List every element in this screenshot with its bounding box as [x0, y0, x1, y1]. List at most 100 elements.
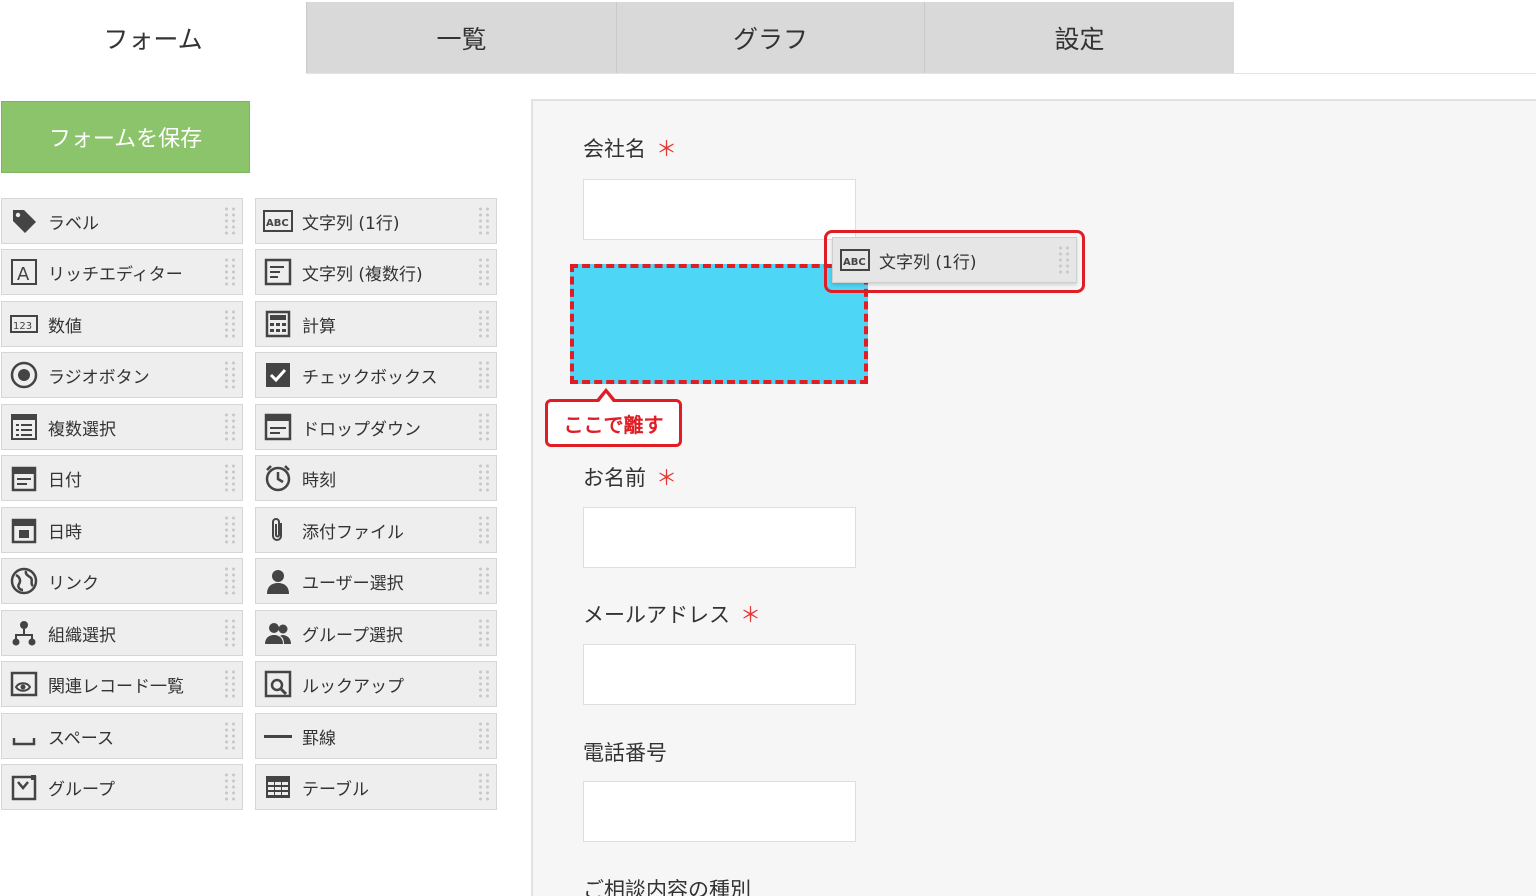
- drag-handle-icon[interactable]: [477, 206, 491, 236]
- drag-handle-icon[interactable]: [477, 257, 491, 287]
- name-input[interactable]: [583, 507, 856, 568]
- palette-item-label-text: スペース: [48, 728, 114, 749]
- palette-item-label-text: 罫線: [302, 728, 336, 749]
- field-label-phone: 電話番号: [583, 741, 667, 765]
- checkbox-icon: [263, 360, 293, 390]
- field-label-inquiry-type: ご相談内容の種別: [583, 878, 751, 896]
- palette-item-label-text: ユーザー選択: [302, 573, 404, 594]
- line-icon: [263, 721, 293, 751]
- field-label-email: メールアドレス＊: [583, 603, 761, 627]
- drag-handle-icon[interactable]: [223, 309, 237, 339]
- palette-item-label-text: 添付ファイル: [302, 522, 404, 543]
- tab-graph[interactable]: グラフ: [616, 2, 924, 74]
- palette-item-datetime[interactable]: 日時: [1, 507, 243, 553]
- email-input[interactable]: [583, 644, 856, 705]
- palette-item-calc[interactable]: 計算: [255, 301, 497, 347]
- palette-item-label-text: グループ: [48, 779, 115, 800]
- text-single-line-icon: ABC: [840, 245, 870, 275]
- palette-item-attachment[interactable]: 添付ファイル: [255, 507, 497, 553]
- tab-form[interactable]: フォーム: [0, 2, 306, 74]
- drag-handle-icon[interactable]: [223, 772, 237, 802]
- datetime-icon: [9, 515, 39, 545]
- drag-handle-icon[interactable]: [223, 515, 237, 545]
- palette-item-space[interactable]: スペース: [1, 713, 243, 759]
- tab-bar: フォーム 一覧 グラフ 設定: [0, 0, 1536, 74]
- drag-handle-icon[interactable]: [223, 257, 237, 287]
- palette-item-label-text: 日付: [48, 470, 82, 491]
- save-form-button[interactable]: フォームを保存: [1, 101, 250, 173]
- user-icon: [263, 566, 293, 596]
- drag-handle-icon[interactable]: [477, 360, 491, 390]
- phone-input[interactable]: [583, 781, 856, 842]
- clock-icon: [263, 463, 293, 493]
- date-icon: [9, 463, 39, 493]
- svg-text:ABC: ABC: [266, 218, 289, 229]
- palette-item-line[interactable]: 罫線: [255, 713, 497, 759]
- palette-item-table[interactable]: テーブル: [255, 764, 497, 810]
- palette-item-time[interactable]: 時刻: [255, 455, 497, 501]
- drag-handle-icon[interactable]: [477, 463, 491, 493]
- palette-item-rich-editor[interactable]: A リッチエディター: [1, 249, 243, 295]
- field-label-name: お名前＊: [583, 466, 677, 490]
- drag-handle-icon[interactable]: [477, 721, 491, 751]
- drag-handle-icon[interactable]: [477, 618, 491, 648]
- palette-item-lookup[interactable]: ルックアップ: [255, 661, 497, 707]
- palette-item-label-text: 関連レコード一覧: [48, 676, 184, 697]
- palette-item-group[interactable]: グループ: [1, 764, 243, 810]
- drag-handle-icon[interactable]: [477, 772, 491, 802]
- calculator-icon: [263, 309, 293, 339]
- palette-item-checkbox[interactable]: チェックボックス: [255, 352, 497, 398]
- palette-item-label-text: 計算: [302, 316, 336, 337]
- text-single-line-icon: ABC: [263, 206, 293, 236]
- drag-handle-icon[interactable]: [223, 721, 237, 751]
- group-field-icon: [9, 772, 39, 802]
- tag-icon: [9, 206, 39, 236]
- tab-settings[interactable]: 設定: [924, 2, 1234, 74]
- palette-item-label-text: リンク: [48, 573, 99, 594]
- palette-item-label-text: 数値: [48, 316, 82, 337]
- palette-item-group-select[interactable]: グループ選択: [255, 610, 497, 656]
- palette-item-org-select[interactable]: 組織選択: [1, 610, 243, 656]
- palette-item-related-records[interactable]: 関連レコード一覧: [1, 661, 243, 707]
- palette-item-text-single[interactable]: ABC 文字列 (1行): [255, 198, 497, 244]
- palette-item-link[interactable]: リンク: [1, 558, 243, 604]
- palette-item-date[interactable]: 日付: [1, 455, 243, 501]
- space-icon: [9, 721, 39, 751]
- palette-item-label-text: 複数選択: [48, 419, 116, 440]
- palette-item-label-text: ルックアップ: [302, 676, 404, 697]
- drag-handle-icon[interactable]: [223, 206, 237, 236]
- palette-item-user-select[interactable]: ユーザー選択: [255, 558, 497, 604]
- palette-item-text-multi[interactable]: 文字列 (複数行): [255, 249, 497, 295]
- drop-here-callout: ここで離す: [545, 399, 682, 447]
- palette-item-radio[interactable]: ラジオボタン: [1, 352, 243, 398]
- palette-item-dropdown[interactable]: ドロップダウン: [255, 404, 497, 450]
- users-group-icon: [263, 618, 293, 648]
- dragging-text-single-item[interactable]: ABC 文字列 (1行): [832, 237, 1077, 283]
- drag-handle-icon[interactable]: [1057, 245, 1071, 275]
- company-input[interactable]: [583, 179, 856, 240]
- drag-handle-icon[interactable]: [223, 618, 237, 648]
- drag-handle-icon[interactable]: [477, 669, 491, 699]
- svg-text:A: A: [17, 264, 30, 285]
- drag-handle-icon[interactable]: [223, 669, 237, 699]
- palette-item-label[interactable]: ラベル: [1, 198, 243, 244]
- palette-item-label-text: ラベル: [48, 213, 99, 234]
- required-mark: ＊: [656, 466, 677, 490]
- drag-handle-icon[interactable]: [477, 566, 491, 596]
- drag-handle-icon[interactable]: [223, 566, 237, 596]
- drag-handle-icon[interactable]: [223, 412, 237, 442]
- tab-list[interactable]: 一覧: [306, 2, 616, 74]
- drag-handle-icon[interactable]: [477, 309, 491, 339]
- number-icon: 123: [9, 309, 39, 339]
- drag-handle-icon[interactable]: [223, 463, 237, 493]
- related-records-icon: [9, 669, 39, 699]
- radio-icon: [9, 360, 39, 390]
- drag-handle-icon[interactable]: [477, 412, 491, 442]
- palette-item-number[interactable]: 123 数値: [1, 301, 243, 347]
- drag-handle-icon[interactable]: [477, 515, 491, 545]
- required-mark: ＊: [740, 603, 761, 627]
- palette-item-label-text: 日時: [48, 522, 82, 543]
- palette-item-multi-select[interactable]: 複数選択: [1, 404, 243, 450]
- drag-handle-icon[interactable]: [223, 360, 237, 390]
- table-icon: [263, 772, 293, 802]
